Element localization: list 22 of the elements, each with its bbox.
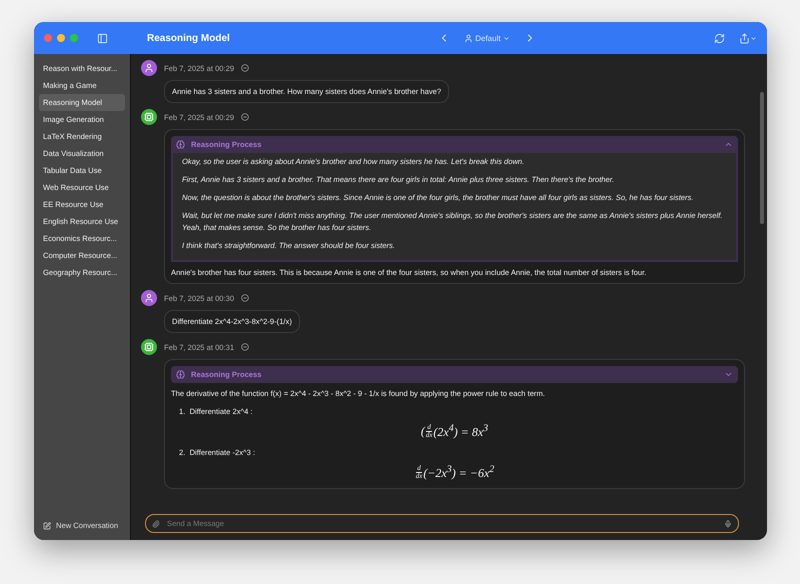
person-icon bbox=[464, 34, 474, 42]
chip-icon bbox=[144, 112, 154, 122]
attach-icon[interactable] bbox=[152, 520, 160, 528]
refresh-icon[interactable] bbox=[714, 32, 725, 44]
brain-icon bbox=[176, 370, 185, 379]
brain-icon bbox=[176, 140, 185, 149]
caret-icon bbox=[502, 34, 510, 42]
sidebar-toggle-icon[interactable] bbox=[97, 32, 108, 44]
zoom-button[interactable] bbox=[70, 34, 78, 42]
window-title: Reasoning Model bbox=[147, 32, 230, 44]
person-icon bbox=[144, 63, 154, 73]
scrollbar-thumb[interactable] bbox=[760, 92, 764, 224]
options-icon[interactable] bbox=[241, 343, 250, 351]
chip-icon bbox=[144, 342, 154, 352]
options-icon[interactable] bbox=[241, 113, 250, 121]
compose-icon bbox=[43, 522, 51, 530]
options-icon[interactable] bbox=[241, 294, 250, 302]
person-icon bbox=[144, 293, 154, 303]
options-icon[interactable] bbox=[241, 64, 250, 72]
share-icon[interactable] bbox=[739, 32, 757, 44]
minimize-button[interactable] bbox=[57, 34, 65, 42]
microphone-icon[interactable] bbox=[724, 520, 732, 528]
